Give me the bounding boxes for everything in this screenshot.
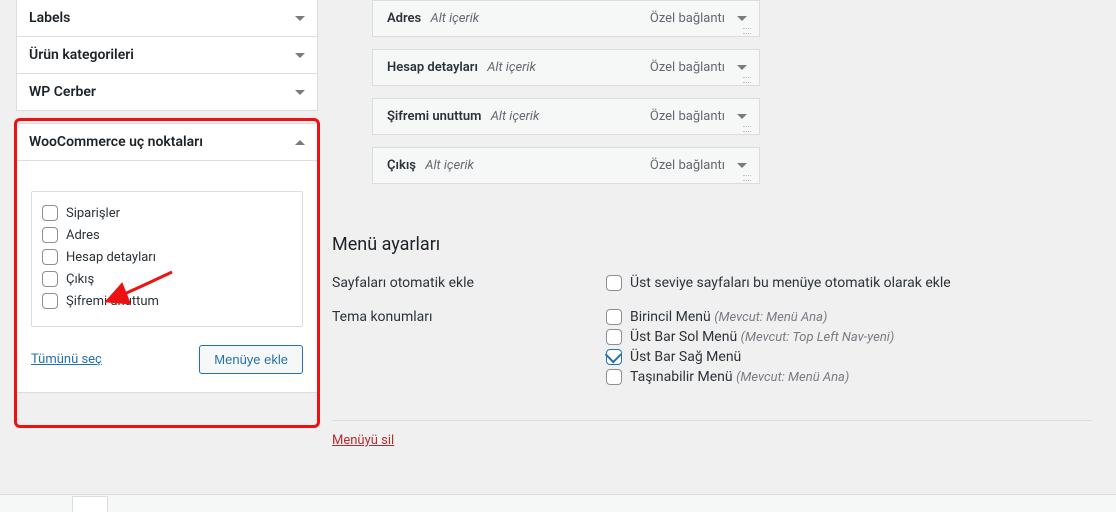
accordion-woocommerce-endpoints[interactable]: WooCommerce uç noktaları	[16, 123, 318, 161]
accordion-title: WP Cerber	[29, 84, 96, 100]
location-label: Üst Bar Sağ Menü	[630, 349, 741, 365]
chevron-down-icon[interactable]	[737, 114, 747, 119]
endpoint-option[interactable]: Adres	[42, 224, 292, 246]
chevron-down-icon[interactable]	[737, 163, 747, 168]
menu-item-subtitle: Alt içerik	[487, 60, 536, 75]
checkbox[interactable]	[42, 249, 58, 265]
menu-item[interactable]: Hesap detayları Alt içerik Özel bağlantı	[372, 49, 760, 86]
chevron-up-icon	[295, 140, 305, 145]
menu-item-type: Özel bağlantı	[650, 11, 725, 26]
menu-item[interactable]: Şifremi unuttum Alt içerik Özel bağlantı	[372, 98, 760, 135]
tab-stub[interactable]	[72, 496, 108, 512]
menu-item-title: Çıkış	[387, 158, 416, 173]
chevron-down-icon	[295, 16, 305, 21]
endpoint-label: Adres	[66, 228, 100, 243]
checkbox[interactable]	[606, 369, 622, 385]
menu-item-subtitle: Alt içerik	[430, 11, 479, 26]
checkbox[interactable]	[606, 349, 622, 365]
checkbox[interactable]	[42, 293, 58, 309]
menu-item[interactable]: Çıkış Alt içerik Özel bağlantı	[372, 147, 760, 184]
menu-item-type: Özel bağlantı	[650, 60, 725, 75]
add-to-menu-button[interactable]: Menüye ekle	[199, 345, 303, 374]
endpoint-option[interactable]: Siparişler	[42, 202, 292, 224]
endpoint-label: Şifremi unuttum	[66, 294, 159, 309]
select-all-link[interactable]: Tümünü seç	[31, 352, 102, 367]
checkbox[interactable]	[606, 329, 622, 345]
menu-item-type: Özel bağlantı	[650, 158, 725, 173]
endpoint-option[interactable]: Çıkış	[42, 268, 292, 290]
theme-location-option[interactable]: Üst Bar Sağ Menü	[606, 347, 1092, 367]
setting-label: Tema konumları	[332, 307, 606, 387]
location-label: Üst Bar Sol Menü (Mevcut: Top Left Nav-y…	[630, 329, 894, 345]
auto-add-option-label: Üst seviye sayfaları bu menüye otomatik …	[630, 275, 951, 291]
accordion-body-woocommerce-endpoints: Siparişler Adres Hesap detayları Çıkış Ş…	[16, 161, 318, 393]
location-label: Birincil Menü (Mevcut: Menü Ana)	[630, 309, 827, 325]
menu-item-subtitle: Alt içerik	[491, 109, 540, 124]
menu-items-list: Adres Alt içerik Özel bağlantı Hesap det…	[332, 0, 1092, 204]
endpoint-label: Çıkış	[66, 272, 94, 287]
accordion-labels[interactable]: Labels	[16, 0, 318, 37]
endpoint-option[interactable]: Şifremi unuttum	[42, 290, 292, 312]
theme-location-option[interactable]: Üst Bar Sol Menü (Mevcut: Top Left Nav-y…	[606, 327, 1092, 347]
endpoint-option[interactable]: Hesap detayları	[42, 246, 292, 268]
menu-item-type: Özel bağlantı	[650, 109, 725, 124]
sidebar-accordion: Labels Ürün kategorileri WP Cerber WooCo…	[16, 0, 318, 393]
menu-item[interactable]: Adres Alt içerik Özel bağlantı	[372, 0, 760, 37]
endpoint-label: Siparişler	[66, 206, 120, 221]
chevron-down-icon[interactable]	[737, 65, 747, 70]
checkbox[interactable]	[42, 227, 58, 243]
setting-label: Sayfaları otomatik ekle	[332, 273, 606, 293]
accordion-wp-cerber[interactable]: WP Cerber	[16, 73, 318, 111]
chevron-down-icon[interactable]	[737, 16, 747, 21]
accordion-title: Labels	[29, 10, 70, 26]
delete-menu-link[interactable]: Menüyü sil	[332, 433, 394, 448]
checkbox[interactable]	[42, 271, 58, 287]
accordion-title: WooCommerce uç noktaları	[29, 134, 203, 150]
bottom-strip	[0, 494, 1116, 512]
chevron-down-icon	[295, 90, 305, 95]
endpoint-checklist: Siparişler Adres Hesap detayları Çıkış Ş…	[31, 191, 303, 327]
checkbox[interactable]	[42, 205, 58, 221]
auto-add-option[interactable]: Üst seviye sayfaları bu menüye otomatik …	[606, 273, 1092, 293]
accordion-product-categories[interactable]: Ürün kategorileri	[16, 36, 318, 74]
theme-location-option[interactable]: Birincil Menü (Mevcut: Menü Ana)	[606, 307, 1092, 327]
menu-item-title: Şifremi unuttum	[387, 109, 481, 124]
chevron-down-icon	[295, 53, 305, 58]
menu-item-subtitle: Alt içerik	[425, 158, 474, 173]
menu-structure-column: Adres Alt içerik Özel bağlantı Hesap det…	[332, 0, 1092, 401]
location-label: Taşınabilir Menü (Mevcut: Menü Ana)	[630, 369, 849, 385]
menu-footer: Menüyü sil	[332, 420, 1092, 448]
checkbox[interactable]	[606, 275, 622, 291]
accordion-title: Ürün kategorileri	[29, 47, 134, 63]
checkbox[interactable]	[606, 309, 622, 325]
menu-settings-heading: Menü ayarları	[332, 234, 1092, 255]
endpoint-label: Hesap detayları	[66, 250, 156, 265]
setting-auto-add-pages: Sayfaları otomatik ekle Üst seviye sayfa…	[332, 273, 1092, 293]
menu-item-title: Hesap detayları	[387, 60, 478, 75]
theme-location-option[interactable]: Taşınabilir Menü (Mevcut: Menü Ana)	[606, 367, 1092, 387]
setting-theme-locations: Tema konumları Birincil Menü (Mevcut: Me…	[332, 307, 1092, 387]
menu-item-title: Adres	[387, 11, 421, 26]
